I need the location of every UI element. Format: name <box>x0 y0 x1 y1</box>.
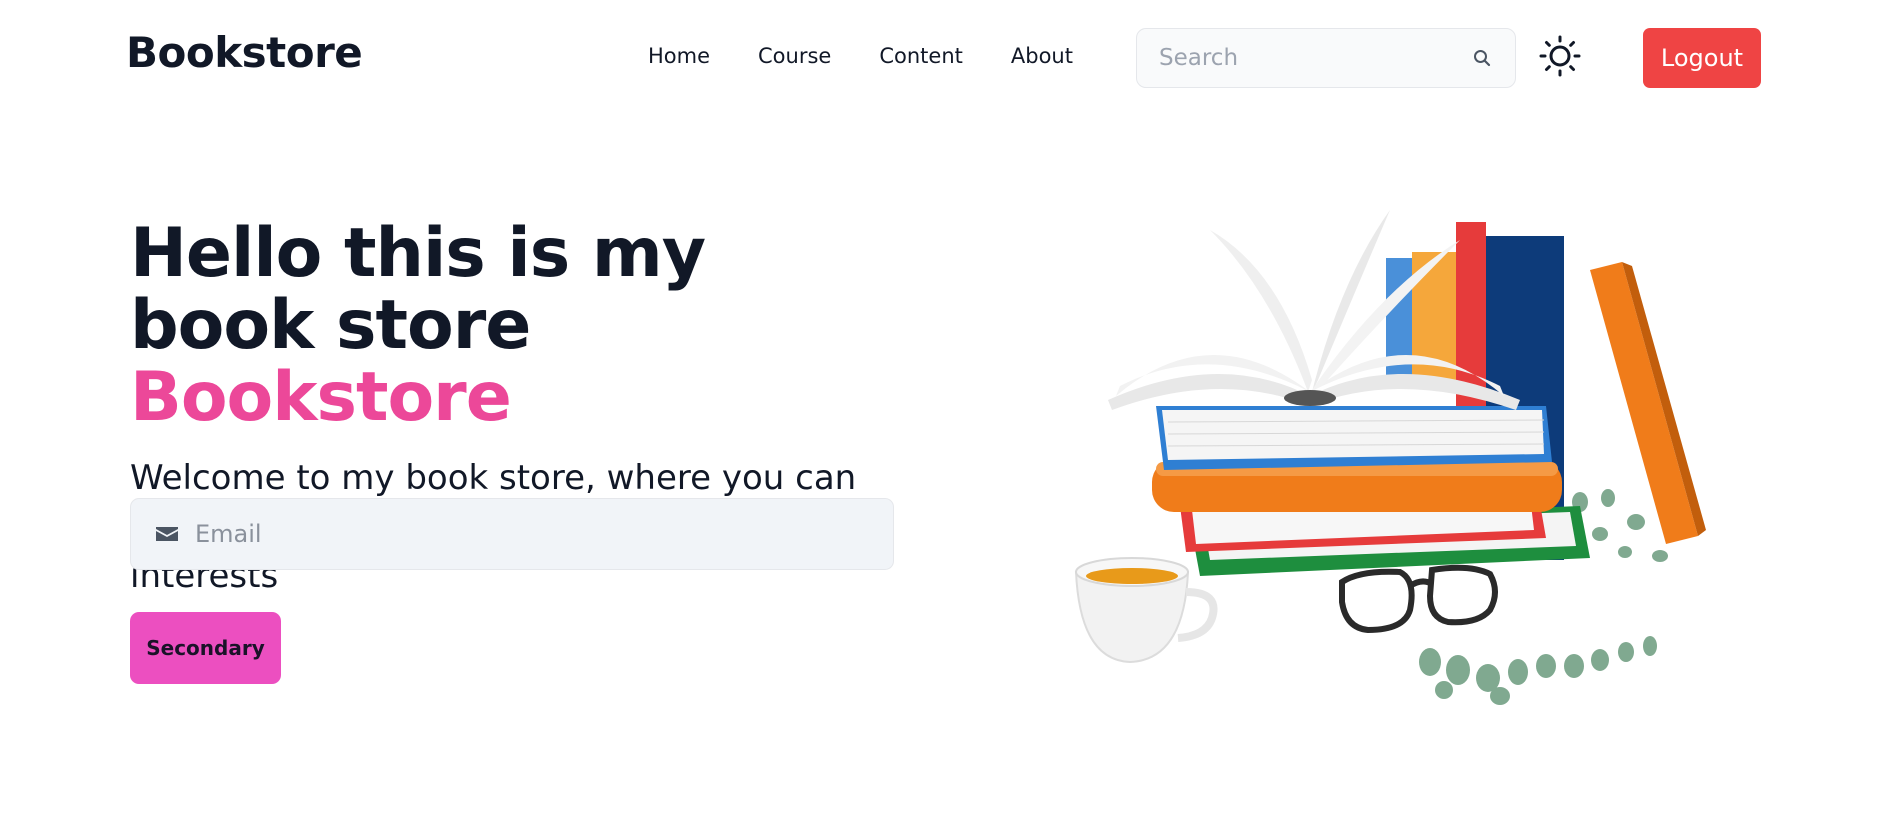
hero-title: Hello this is my book store Bookstore <box>130 218 910 434</box>
nav-link-home[interactable]: Home <box>648 44 710 68</box>
mail-icon <box>155 524 179 544</box>
sun-icon <box>1539 35 1581 77</box>
search-box <box>1136 28 1516 88</box>
navbar: Bookstore Home Course Content About Sear… <box>0 0 1884 116</box>
hero-title-accent: Bookstore <box>130 358 512 437</box>
secondary-button[interactable]: Secondary <box>130 612 281 684</box>
nav-links: Home Course Content About <box>648 44 1073 68</box>
email-field <box>130 498 894 570</box>
search-input[interactable] <box>1159 45 1471 71</box>
brand-logo[interactable]: Bookstore <box>126 28 363 77</box>
hero-title-main: Hello this is my book store <box>130 214 706 365</box>
search-icon[interactable] <box>1471 47 1493 69</box>
theme-toggle[interactable] <box>1538 34 1582 78</box>
nav-link-about[interactable]: About <box>1011 44 1073 68</box>
email-input[interactable] <box>195 520 869 548</box>
books-stack-illustration <box>1060 200 1720 720</box>
nav-link-course[interactable]: Course <box>758 44 831 68</box>
nav-link-content[interactable]: Content <box>879 44 963 68</box>
logout-button[interactable]: Logout <box>1643 28 1761 88</box>
